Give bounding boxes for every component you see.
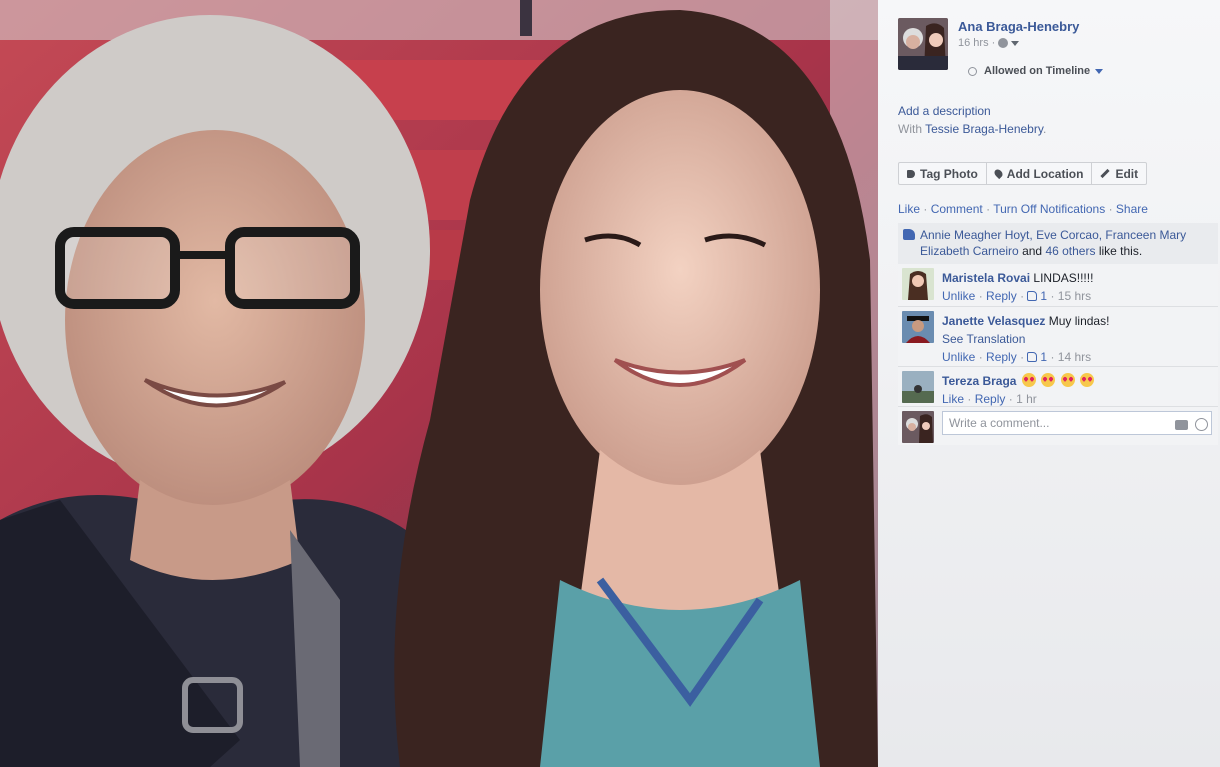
separator-dot: · [1008, 392, 1013, 406]
comment-text: LINDAS!!!!! [1033, 271, 1094, 285]
like-count-icon [1027, 352, 1038, 362]
separator-dot: · [1020, 350, 1025, 364]
photo-sidebar: Ana Braga-Henebry 16 hrs · Allowed on Ti… [878, 0, 1220, 767]
timeline-status[interactable]: Allowed on Timeline [968, 65, 1104, 77]
likes-and: and [1022, 244, 1043, 258]
separator-dot: · [1108, 202, 1113, 216]
share-link[interactable]: Share [1116, 202, 1148, 216]
author-name[interactable]: Ana Braga-Henebry [958, 18, 1079, 36]
comment-time[interactable]: 15 hrs [1058, 289, 1091, 303]
add-location-button[interactable]: Add Location [986, 162, 1093, 185]
comment-meta: Like · Reply · 1 hr [942, 390, 1212, 408]
post-header: Ana Braga-Henebry 16 hrs · [898, 18, 1079, 70]
photo-action-buttons: Tag Photo Add Location Edit [898, 162, 1148, 185]
separator-dot: · [1020, 289, 1025, 303]
separator-dot: · [978, 350, 983, 364]
unlike-link[interactable]: Unlike [942, 350, 975, 364]
tag-icon [907, 169, 915, 178]
unlike-link[interactable]: Unlike [942, 289, 975, 303]
comment-time[interactable]: 14 hrs [1058, 350, 1091, 364]
heart-eyes-emoji-icon [1041, 373, 1056, 387]
comment-like-count[interactable]: 1 [1040, 289, 1047, 303]
photo-viewer[interactable] [0, 0, 878, 767]
comment-text: Muy lindas! [1048, 314, 1110, 328]
comment-composer [898, 407, 1218, 445]
heart-eyes-emoji-icon [1060, 373, 1075, 387]
comment-meta: Unlike · Reply · 1 · 14 hrs [942, 348, 1212, 366]
tagged-with: With Tessie Braga-Henebry. [898, 120, 1046, 138]
comment-emojis [1020, 373, 1094, 388]
separator-dot: · [978, 289, 983, 303]
post-time[interactable]: 16 hrs [958, 36, 989, 50]
comment-link[interactable]: Comment [931, 202, 983, 216]
post-timestamp: 16 hrs · [958, 36, 1079, 50]
comment-item: Maristela Rovai LINDAS!!!!! Unlike · Rep… [898, 264, 1218, 307]
add-description-link[interactable]: Add a description [898, 102, 1046, 120]
separator-dot: · [991, 37, 996, 49]
post-description: Add a description With Tessie Braga-Hene… [898, 102, 1046, 138]
comment-time[interactable]: 1 hr [1016, 392, 1037, 406]
commenter-name[interactable]: Tereza Braga [942, 374, 1016, 388]
tag-photo-button[interactable]: Tag Photo [898, 162, 987, 185]
separator-dot: · [1050, 289, 1055, 303]
like-link[interactable]: Like [942, 392, 964, 406]
comment-meta: Unlike · Reply · 1 · 15 hrs [942, 287, 1212, 305]
commenter-avatar[interactable] [902, 268, 934, 300]
pencil-icon [1100, 168, 1111, 179]
comment-item: Tereza Braga Like · Reply · 1 hr [898, 367, 1218, 407]
comment-like-count[interactable]: 1 [1040, 350, 1047, 364]
separator-dot: · [967, 392, 972, 406]
chevron-down-icon[interactable] [1095, 68, 1104, 74]
likes-suffix: like this. [1098, 244, 1143, 258]
heart-eyes-emoji-icon [1021, 373, 1036, 387]
reply-link[interactable]: Reply [986, 289, 1017, 303]
see-translation-link[interactable]: See Translation [942, 330, 1212, 348]
circle-icon [968, 66, 977, 76]
turn-off-notifications-link[interactable]: Turn Off Notifications [993, 202, 1105, 216]
like-link[interactable]: Like [898, 202, 920, 216]
with-suffix: . [1042, 122, 1047, 136]
timeline-status-label: Allowed on Timeline [984, 65, 1091, 77]
thumbs-up-icon [903, 229, 915, 240]
with-prefix: With [898, 122, 922, 136]
commenter-name[interactable]: Maristela Rovai [942, 271, 1030, 285]
my-avatar [902, 411, 934, 443]
reply-link[interactable]: Reply [986, 350, 1017, 364]
globe-icon[interactable] [998, 38, 1009, 48]
heart-eyes-emoji-icon [1079, 373, 1094, 387]
selfie-photo [0, 0, 878, 767]
add-location-label: Add Location [1006, 166, 1084, 181]
separator-dot: · [1050, 350, 1055, 364]
comment-input[interactable] [942, 411, 1212, 435]
tagged-person-link[interactable]: Tessie Braga-Henebry [925, 122, 1043, 136]
separator-dot: · [986, 202, 991, 216]
edit-label: Edit [1115, 166, 1139, 181]
comment-item: Janette Velasquez Muy lindas! See Transl… [898, 307, 1218, 367]
separator-dot: · [923, 202, 928, 216]
author-avatar[interactable] [898, 18, 948, 70]
tag-photo-label: Tag Photo [920, 166, 978, 181]
commenter-name[interactable]: Janette Velasquez [942, 314, 1045, 328]
commenter-avatar[interactable] [902, 311, 934, 343]
like-count-icon [1027, 291, 1038, 301]
post-actions: Like · Comment · Turn Off Notifications … [898, 202, 1148, 216]
edit-button[interactable]: Edit [1092, 162, 1148, 185]
reply-link[interactable]: Reply [975, 392, 1006, 406]
commenter-avatar[interactable] [902, 371, 934, 403]
privacy-dropdown-icon[interactable] [1011, 40, 1020, 46]
camera-icon[interactable] [1175, 420, 1188, 430]
likes-others-link[interactable]: 46 others [1045, 244, 1095, 258]
emoji-smile-icon[interactable] [1195, 418, 1208, 431]
likes-summary: Annie Meagher Hoyt, Eve Corcao, Franceen… [898, 223, 1218, 266]
location-pin-icon [992, 167, 1004, 180]
